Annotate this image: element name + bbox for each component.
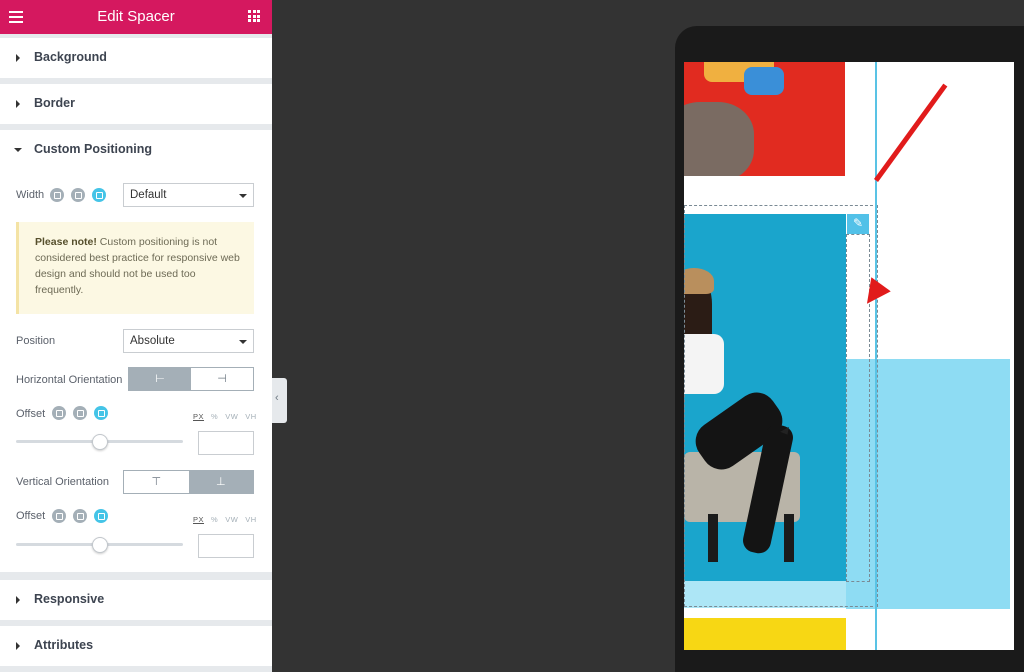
align-left-option[interactable]: ⊢ [129, 368, 191, 390]
pencil-icon: ✎ [853, 216, 864, 230]
positioning-note: Please note! Custom positioning is not c… [16, 222, 254, 314]
chevron-down-icon [239, 194, 247, 198]
chevron-left-icon: ‹ [275, 392, 279, 404]
collapse-panel-button[interactable]: ‹ [272, 378, 287, 423]
offset-h-input[interactable] [198, 431, 254, 455]
caret-right-icon [16, 596, 20, 604]
preview-canvas[interactable]: ✎ [684, 62, 1014, 650]
section-custom-positioning[interactable]: Custom Positioning [0, 130, 272, 171]
panel-header: Edit Spacer [0, 0, 272, 34]
unit-px[interactable]: PX [193, 515, 204, 524]
offset-v-slider-handle[interactable] [92, 537, 108, 553]
grid-icon[interactable] [248, 10, 260, 22]
align-bottom-option[interactable]: ⊥ [188, 471, 253, 493]
panel-title: Edit Spacer [97, 8, 175, 25]
desktop-icon[interactable] [52, 406, 66, 420]
offset-v-units: PX% VW VH [193, 515, 264, 524]
section-label: Background [34, 50, 107, 64]
offset-h-label: Offset [16, 408, 46, 420]
unit-vh[interactable]: VH [245, 412, 256, 421]
horizontal-orientation-choices: ⊢ ⊣ [128, 367, 254, 391]
align-right-option[interactable]: ⊣ [191, 368, 253, 390]
offset-v-label: Offset [16, 510, 46, 522]
caret-right-icon [16, 54, 20, 62]
horizontal-orientation-label: Horizontal Orientation [16, 374, 123, 386]
section-background[interactable]: Background [0, 38, 272, 78]
editor-panel: Edit Spacer Background Border Custom Pos… [0, 0, 272, 672]
vertical-orientation-choices: ⊤ ⊥ [123, 470, 254, 494]
caret-right-icon [16, 100, 20, 108]
edit-widget-button[interactable]: ✎ [847, 214, 869, 234]
section-attributes[interactable]: Attributes [0, 626, 272, 666]
section-label: Custom Positioning [34, 142, 153, 156]
position-select-value: Absolute [130, 335, 175, 347]
unit-px[interactable]: PX [193, 412, 204, 421]
bottom-image[interactable] [684, 618, 846, 650]
unit-vw[interactable]: VW [225, 515, 238, 524]
section-label: Border [34, 96, 75, 110]
section-border[interactable]: Border [0, 84, 272, 124]
desktop-icon[interactable] [52, 509, 66, 523]
section-label: Responsive [34, 592, 105, 606]
unit-percent[interactable]: % [211, 515, 218, 524]
image-shape [684, 102, 754, 176]
image-shape [744, 67, 784, 95]
mobile-icon[interactable] [94, 509, 108, 523]
offset-v-input[interactable] [198, 534, 254, 558]
tablet-icon[interactable] [73, 509, 87, 523]
width-label: Width [16, 189, 45, 201]
section-label: Attributes [34, 638, 94, 652]
caret-down-icon [14, 148, 22, 152]
width-select-value: Default [130, 189, 167, 201]
vertical-orientation-label: Vertical Orientation [16, 476, 109, 488]
top-image[interactable] [684, 62, 845, 176]
offset-h-slider-handle[interactable] [92, 434, 108, 450]
position-select[interactable]: Absolute [123, 329, 254, 353]
align-top-option[interactable]: ⊤ [124, 471, 189, 493]
unit-percent[interactable]: % [211, 412, 218, 421]
tablet-icon[interactable] [71, 188, 85, 202]
desktop-icon[interactable] [50, 188, 64, 202]
column-guide-line [875, 62, 877, 650]
caret-right-icon [16, 642, 20, 650]
mobile-icon[interactable] [94, 406, 108, 420]
unit-vw[interactable]: VW [225, 412, 238, 421]
width-select[interactable]: Default [123, 183, 254, 207]
note-bold: Please note! [35, 236, 97, 248]
offset-h-units: PX% VW VH [193, 412, 264, 421]
chevron-down-icon [239, 340, 247, 344]
tablet-icon[interactable] [73, 406, 87, 420]
mobile-icon[interactable] [92, 188, 106, 202]
position-label: Position [16, 335, 56, 347]
unit-vh[interactable]: VH [245, 515, 256, 524]
section-responsive[interactable]: Responsive [0, 580, 272, 620]
